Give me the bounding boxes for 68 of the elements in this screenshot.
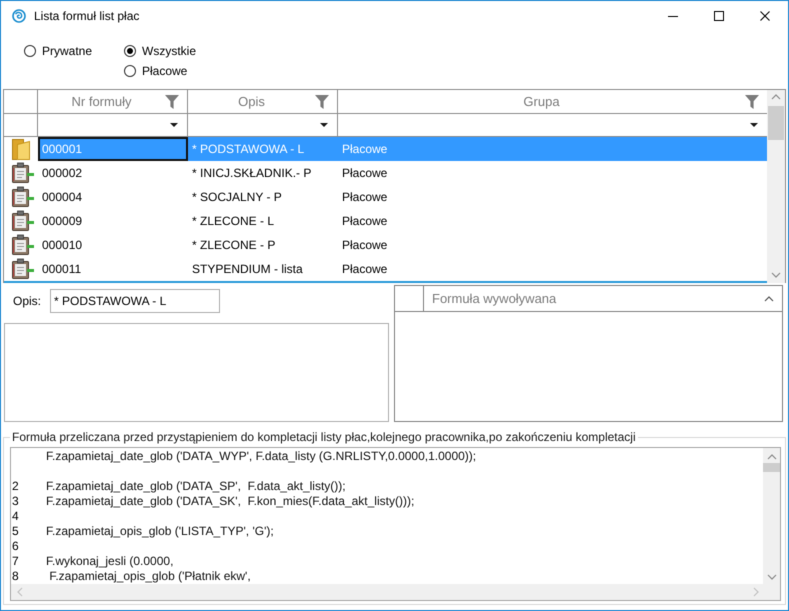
column-header[interactable]: Opis xyxy=(188,90,338,113)
clipboard-icon xyxy=(11,162,35,184)
chevron-right-icon[interactable] xyxy=(753,587,759,597)
filter-icon[interactable] xyxy=(745,94,759,108)
line-number: 7 xyxy=(12,554,19,568)
line-number: 2 xyxy=(12,479,19,493)
swirl-icon xyxy=(12,9,26,23)
column-header[interactable]: Nr formuły xyxy=(38,90,188,113)
window-title: Lista formuł list płac xyxy=(34,9,140,23)
table-cell-text: 000010 xyxy=(41,237,84,254)
table-cell: 000001 xyxy=(38,137,188,161)
code-line: F.zapamietaj_date_glob ('DATA_SK', F.kon_mies(F.data_akt_listy())); xyxy=(46,494,414,509)
radio-button[interactable]: Płacowe xyxy=(124,61,196,81)
vertical-scrollbar[interactable] xyxy=(767,90,785,283)
table-cell-text: * ZLECONE - L xyxy=(191,213,276,230)
table-cell-text: Płacowe xyxy=(341,189,388,206)
table-cell-text: * SOCJALNY - P xyxy=(191,189,283,206)
code-line: F.zapamietaj_opis_glob ('LISTA_TYP', 'G'); xyxy=(46,524,274,539)
table-cell-text: * ZLECONE - P xyxy=(191,237,276,254)
caret-icon xyxy=(750,123,758,127)
clipboard-icon xyxy=(11,258,35,280)
scrollbar-thumb[interactable] xyxy=(768,106,784,140)
radio-button[interactable]: Wszystkie xyxy=(124,41,196,61)
table-cell-text: Płacowe xyxy=(341,213,388,230)
code-line: F.zapamietaj_date_glob ('DATA_SP', F.data_akt_listy()); xyxy=(46,479,346,494)
clipboard-icon xyxy=(11,186,35,208)
line-number: 6 xyxy=(12,539,19,553)
line-number: 8 xyxy=(12,569,19,583)
table-cell-text: 000002 xyxy=(41,165,84,182)
table-cell-text: STYPENDIUM - lista xyxy=(191,261,304,278)
chevron-down-icon[interactable] xyxy=(771,272,781,278)
line-number: 3 xyxy=(12,494,19,508)
table-cell-text: * INICJ.SKŁADNIK.- P xyxy=(191,165,312,182)
code-line: F.wykonaj_jesli (0.0000, xyxy=(46,554,174,569)
radio-button[interactable]: Prywatne xyxy=(24,41,124,61)
table-cell-text: 000004 xyxy=(41,189,84,206)
table-cell-text: Płacowe xyxy=(341,237,388,254)
chevron-up-icon[interactable] xyxy=(766,454,776,460)
table-cell-text: 000011 xyxy=(41,261,82,278)
group-title: Formuła przeliczana przed przystąpieniem do kompletacji listy płac,kolejnego pracownika,po zakończeniu kompletacji xyxy=(11,430,637,445)
text-field[interactable]: * PODSTAWOWA - L xyxy=(50,289,220,313)
table-cell-text: Płacowe xyxy=(341,261,388,278)
table-cell-text: 000009 xyxy=(41,213,84,230)
scrollbar-thumb[interactable] xyxy=(763,463,780,472)
caret-icon xyxy=(170,123,178,127)
line-number: 4 xyxy=(12,509,19,523)
folder-icon xyxy=(11,138,31,160)
filter-icon[interactable] xyxy=(165,94,179,108)
filter-icon[interactable] xyxy=(315,94,329,108)
clipboard-icon xyxy=(11,234,35,256)
text-area[interactable] xyxy=(4,323,389,422)
vertical-scrollbar[interactable] xyxy=(763,448,780,584)
chevron-left-icon[interactable] xyxy=(17,587,23,597)
line-number: 5 xyxy=(12,524,19,538)
code-line: F.zapamietaj_opis_glob ('Płatnik ekw', xyxy=(48,569,251,584)
caret-icon xyxy=(320,123,328,127)
column-header[interactable]: Grupa xyxy=(338,90,767,113)
chevron-down-icon[interactable] xyxy=(766,574,776,580)
table-cell-text: * PODSTAWOWA - L xyxy=(191,141,306,158)
maximize-icon xyxy=(714,11,724,21)
field-label: Opis: xyxy=(13,294,42,308)
column-header[interactable]: Formuła wywoływana xyxy=(424,286,782,311)
chevron-up-icon[interactable] xyxy=(771,94,781,100)
table-cell-text: Płacowe xyxy=(341,165,388,182)
clipboard-icon xyxy=(11,210,35,232)
close-icon xyxy=(760,11,770,21)
table-cell-text: Płacowe xyxy=(341,141,388,158)
code-line: F.zapamietaj_date_glob ('DATA_WYP', F.data_listy (G.NRLISTY,0.0000,1.0000)); xyxy=(46,449,476,464)
